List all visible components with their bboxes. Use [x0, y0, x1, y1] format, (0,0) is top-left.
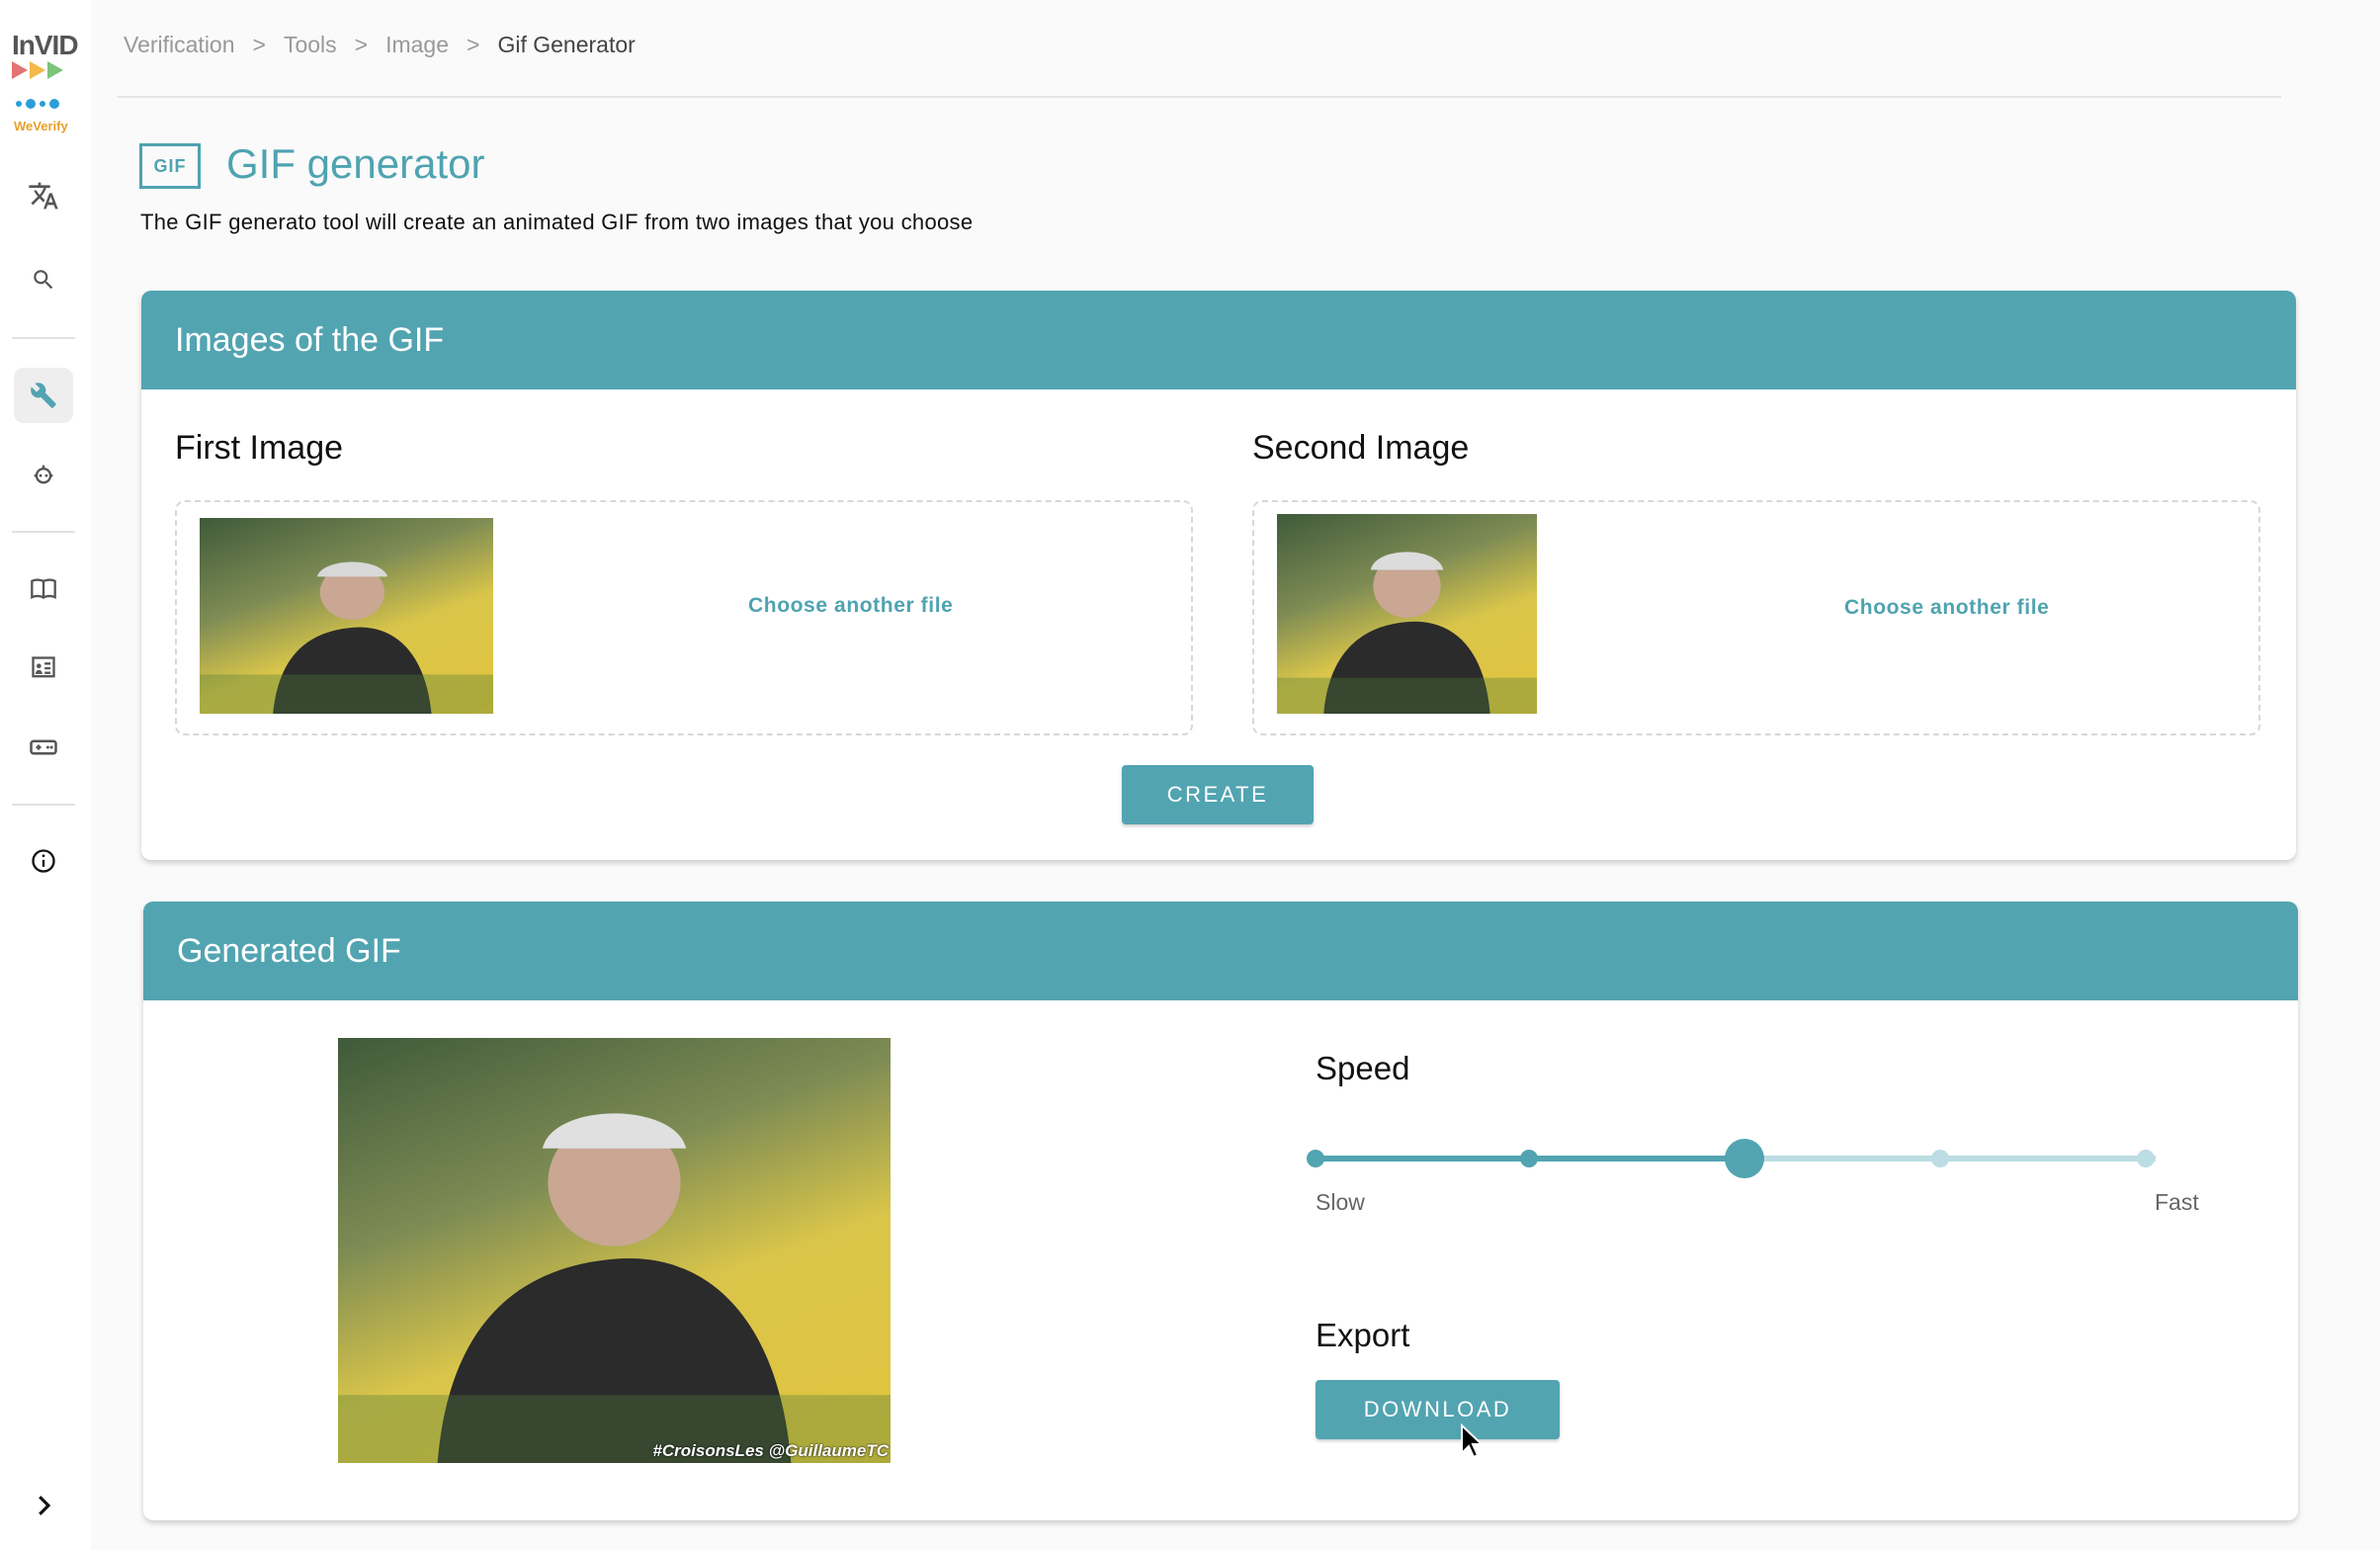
- invid-logo[interactable]: InVID WeVerify: [12, 30, 83, 133]
- breadcrumb-current: Gif Generator: [497, 32, 636, 57]
- speed-label: Speed: [1316, 1050, 1410, 1086]
- logo-sub: WeVerify: [14, 119, 68, 133]
- first-image-label: First Image: [175, 429, 344, 467]
- breadcrumb-image[interactable]: Image: [385, 32, 449, 58]
- breadcrumb-separator: >: [467, 32, 480, 57]
- speed-max-label: Fast: [2155, 1189, 2199, 1215]
- first-image-thumbnail: [200, 518, 493, 714]
- info-icon[interactable]: [14, 833, 73, 889]
- second-image-thumbnail: [1277, 514, 1537, 714]
- second-image-dropzone[interactable]: Choose another file: [1252, 500, 2260, 735]
- sidebar-divider: [12, 804, 75, 806]
- breadcrumb-tools[interactable]: Tools: [284, 32, 337, 58]
- speed-min-label: Slow: [1316, 1189, 1365, 1215]
- logo-text: InVID: [12, 30, 79, 60]
- second-image-label: Second Image: [1252, 429, 1470, 467]
- slider-mark[interactable]: [2137, 1150, 2155, 1167]
- images-card-title: Images of the GIF: [141, 291, 2296, 389]
- search-icon[interactable]: [14, 252, 73, 307]
- wrench-icon[interactable]: [14, 368, 73, 423]
- slider-thumb[interactable]: [1725, 1139, 1764, 1178]
- first-choose-file-link[interactable]: Choose another file: [748, 594, 953, 618]
- slider-track-inactive: [1744, 1156, 2156, 1162]
- translate-icon[interactable]: [14, 168, 73, 223]
- generated-gif-title: Generated GIF: [143, 902, 2298, 1000]
- breadcrumb: Verification > Tools > Image > Gif Gener…: [124, 32, 636, 58]
- slider-mark[interactable]: [1307, 1150, 1324, 1167]
- chevron-right-icon[interactable]: [14, 1478, 73, 1533]
- book-icon[interactable]: [14, 561, 73, 617]
- second-choose-file-link[interactable]: Choose another file: [1844, 596, 2049, 620]
- slider-mark[interactable]: [1931, 1150, 1949, 1167]
- speed-slider[interactable]: [1307, 1129, 2298, 1208]
- gamepad-icon[interactable]: [14, 720, 73, 775]
- slider-mark[interactable]: [1520, 1150, 1538, 1167]
- download-button[interactable]: DOWNLOAD: [1316, 1380, 1560, 1439]
- logo-triangles: [12, 61, 83, 79]
- images-card: Images of the GIF First Image Choose ano…: [141, 291, 2296, 860]
- generated-gif-card: Generated GIF #CroisonsLes @GuillaumeTC …: [143, 902, 2298, 1520]
- breadcrumb-separator: >: [252, 32, 266, 57]
- mouse-cursor-icon: [1461, 1423, 1485, 1459]
- create-button[interactable]: CREATE: [1122, 765, 1314, 824]
- generated-gif-image: #CroisonsLes @GuillaumeTC: [338, 1038, 891, 1463]
- sidebar-divider: [12, 531, 75, 533]
- sidebar-divider: [12, 337, 75, 339]
- page-description: The GIF generato tool will create an ani…: [140, 210, 974, 234]
- gif-watermark: #CroisonsLes @GuillaumeTC: [652, 1441, 889, 1460]
- weverify-dots-icon: [16, 99, 59, 109]
- breadcrumb-verification[interactable]: Verification: [124, 32, 235, 58]
- first-image-dropzone[interactable]: Choose another file: [175, 500, 1193, 735]
- header-divider: [117, 96, 2281, 98]
- breadcrumb-separator: >: [354, 32, 369, 57]
- export-label: Export: [1316, 1317, 1410, 1353]
- gif-badge-icon: GIF: [139, 143, 201, 189]
- page-title: GIF generator: [226, 140, 485, 187]
- sidebar: InVID WeVerify: [0, 0, 91, 1550]
- classroom-icon[interactable]: [14, 641, 73, 696]
- robot-icon[interactable]: [14, 447, 73, 502]
